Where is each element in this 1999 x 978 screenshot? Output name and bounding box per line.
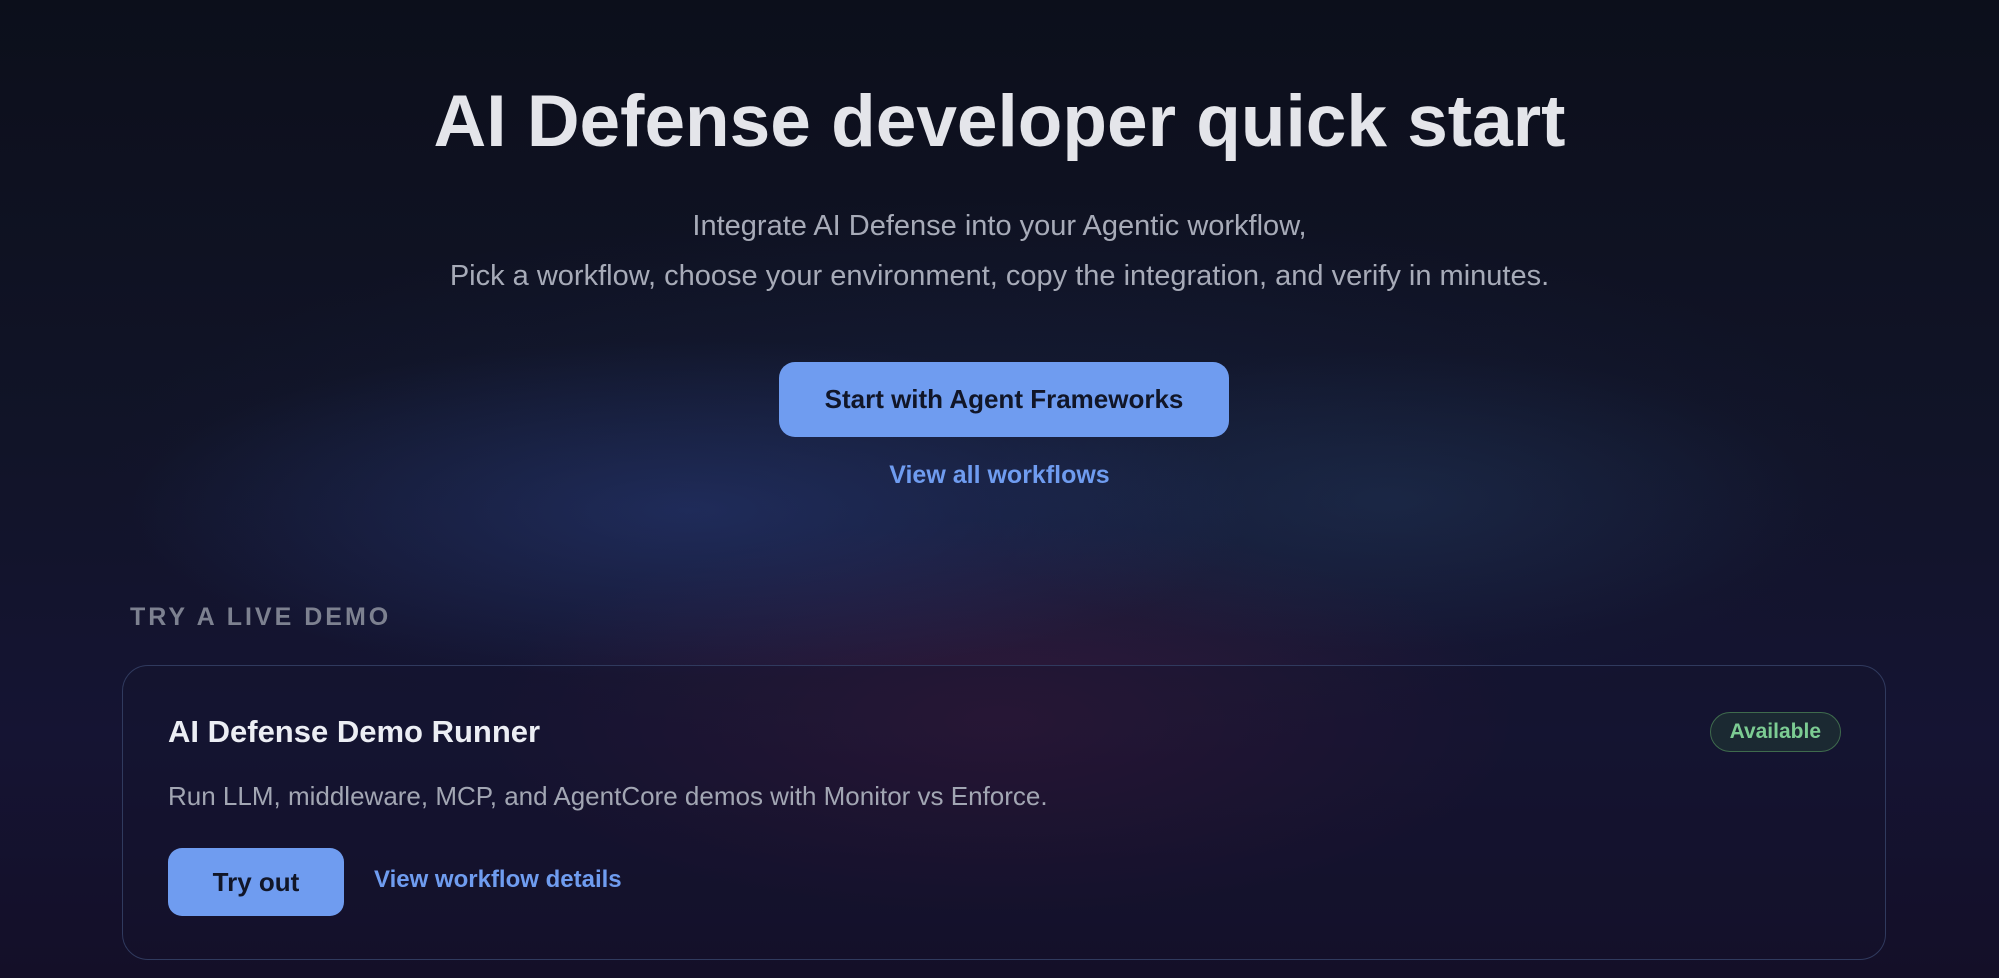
demo-runner-card: AI Defense Demo Runner Available Run LLM… [122, 665, 1886, 960]
view-all-workflows-link[interactable]: View all workflows [889, 461, 1109, 489]
card-description: Run LLM, middleware, MCP, and AgentCore … [168, 781, 1048, 811]
card-title: AI Defense Demo Runner [168, 714, 541, 749]
section-label-live-demo: TRY A LIVE DEMO [130, 603, 392, 631]
page-title: AI Defense developer quick start [433, 81, 1566, 162]
status-badge: Available [1709, 712, 1841, 752]
view-all-workflows-row: View all workflows [0, 461, 1999, 490]
try-out-button[interactable]: Try out [168, 848, 344, 916]
view-workflow-details-link[interactable]: View workflow details [374, 866, 622, 894]
start-agent-frameworks-button[interactable]: Start with Agent Frameworks [779, 362, 1229, 437]
hero-subtitle-line-1: Integrate AI Defense into your Agentic w… [692, 210, 1307, 242]
hero-subtitle-line-2: Pick a workflow, choose your environment… [449, 260, 1550, 292]
quick-start-page: AI Defense developer quick start Integra… [0, 0, 1999, 978]
